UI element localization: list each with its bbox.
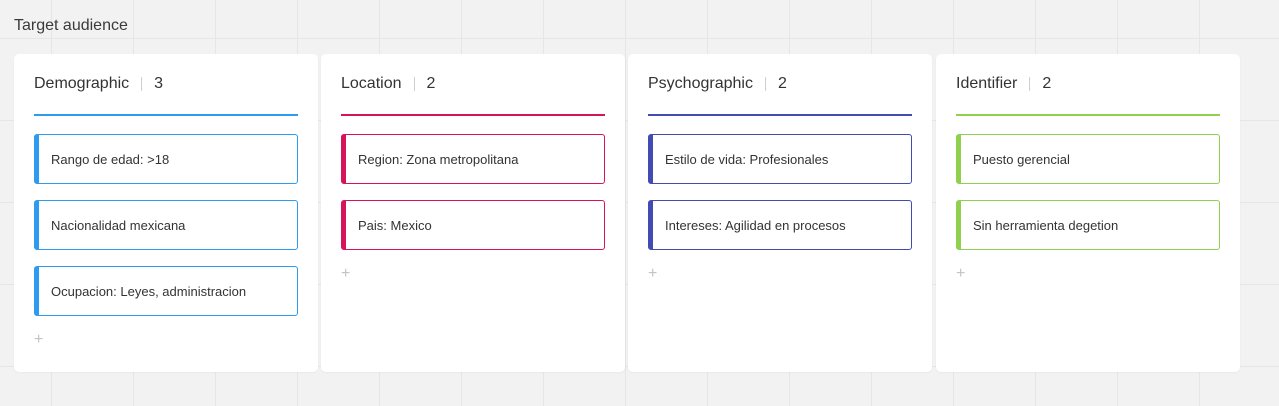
column-identifier: Identifier 2 Puesto gerencial Sin herram…: [936, 54, 1240, 372]
column-demographic: Demographic 3 Rango de edad: >18 Naciona…: [14, 54, 318, 372]
card[interactable]: Rango de edad: >18: [34, 134, 298, 184]
card[interactable]: Nacionalidad mexicana: [34, 200, 298, 250]
card[interactable]: Intereses: Agilidad en procesos: [648, 200, 912, 250]
header-divider: [413, 77, 415, 91]
header-divider: [1029, 77, 1031, 91]
card[interactable]: Region: Zona metropolitana: [341, 134, 605, 184]
column-name: Demographic: [34, 75, 130, 92]
card[interactable]: Estilo de vida: Profesionales: [648, 134, 912, 184]
board-title: Target audience: [14, 17, 128, 34]
column-location: Location 2 Region: Zona metropolitana Pa…: [321, 54, 625, 372]
column-header[interactable]: Location 2: [341, 54, 605, 116]
column-name: Psychographic: [648, 75, 753, 92]
plus-icon[interactable]: +: [341, 266, 355, 282]
card[interactable]: Pais: Mexico: [341, 200, 605, 250]
column-name: Identifier: [956, 75, 1018, 92]
column-name: Location: [341, 75, 402, 92]
card-count: 2: [1042, 75, 1052, 92]
header-divider: [764, 77, 766, 91]
card[interactable]: Puesto gerencial: [956, 134, 1220, 184]
header-divider: [141, 77, 143, 91]
card[interactable]: Ocupacion: Leyes, administracion: [34, 266, 298, 316]
plus-icon[interactable]: +: [956, 266, 970, 282]
column-header[interactable]: Psychographic 2: [648, 54, 912, 116]
card-count: 3: [154, 75, 164, 92]
column-header[interactable]: Demographic 3: [34, 54, 298, 116]
column-header[interactable]: Identifier 2: [956, 54, 1220, 116]
card-count: 2: [777, 75, 787, 92]
card-count: 2: [426, 75, 436, 92]
plus-icon[interactable]: +: [648, 266, 662, 282]
plus-icon[interactable]: +: [34, 332, 48, 348]
column-psychographic: Psychographic 2 Estilo de vida: Profesio…: [628, 54, 932, 372]
card[interactable]: Sin herramienta degetion: [956, 200, 1220, 250]
